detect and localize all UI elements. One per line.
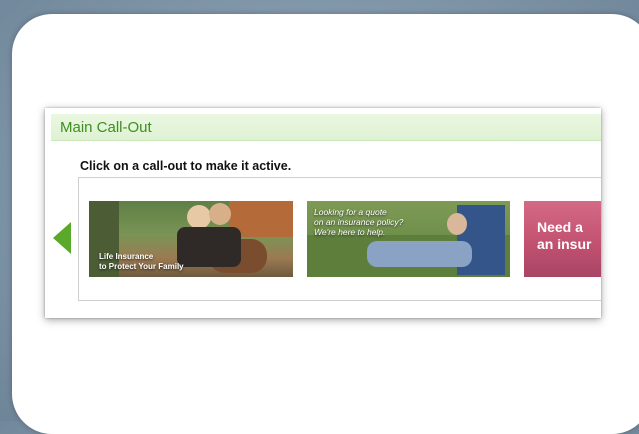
tile-1-caption-line1: Life Insurance bbox=[99, 252, 154, 261]
instructions-text: Click on a call-out to make it active. bbox=[80, 159, 292, 173]
panel-title: Main Call-Out bbox=[60, 118, 152, 136]
callout-tile-need-insurance[interactable]: Need a an insur bbox=[524, 201, 601, 277]
man-head bbox=[447, 213, 467, 235]
tile-1-caption-line2: to Protect Your Family bbox=[99, 262, 184, 271]
family-bodies bbox=[177, 227, 241, 267]
tile-3-caption: Need a an insur bbox=[537, 219, 591, 253]
tile-2-caption: Looking for a quote on an insurance poli… bbox=[314, 207, 403, 237]
callout-tile-quote[interactable]: Looking for a quote on an insurance poli… bbox=[307, 201, 510, 277]
panel-header: Main Call-Out bbox=[51, 114, 601, 141]
tile-3-caption-line1: Need a bbox=[537, 219, 583, 235]
callout-tile-life-insurance[interactable]: Life Insurance to Protect Your Family bbox=[89, 201, 293, 277]
tile-2-caption-line1: Looking for a quote bbox=[314, 207, 387, 217]
triangle-left-icon[interactable] bbox=[53, 222, 71, 254]
tile-3-caption-line2: an insur bbox=[537, 236, 592, 252]
man-body bbox=[367, 241, 472, 267]
person-man bbox=[209, 203, 231, 225]
tile-1-caption: Life Insurance to Protect Your Family bbox=[99, 252, 184, 272]
tile-2-caption-line3: We're here to help. bbox=[314, 227, 386, 237]
tile-2-caption-line2: on an insurance policy? bbox=[314, 217, 404, 227]
person-woman bbox=[187, 205, 211, 229]
